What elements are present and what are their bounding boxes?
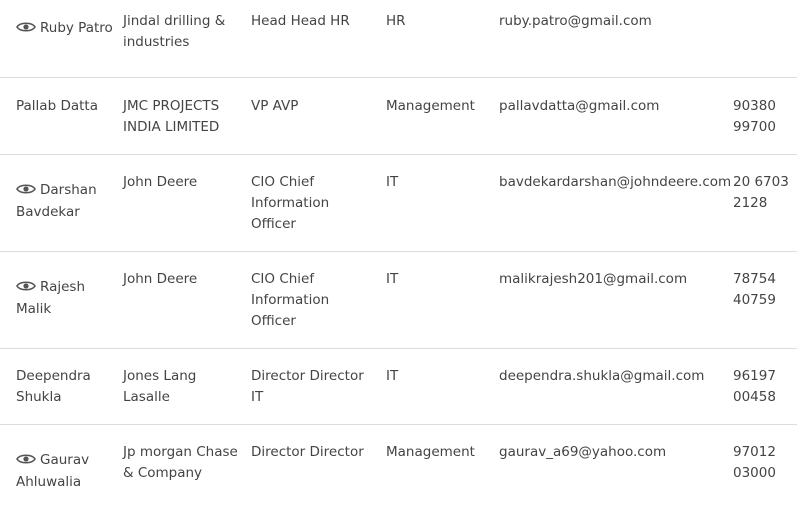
phone-cell: 20 6703 2128 [733,174,789,211]
contact-name[interactable]: Ruby Patro [40,20,113,36]
contact-name-cell: Gaurav Ahluwalia [16,449,116,493]
table-row: Gaurav Ahluwalia Jp morgan Chase & Compa… [0,425,797,513]
email-cell[interactable]: deependra.shukla@gmail.com [499,366,729,387]
email-cell[interactable]: gaurav_a69@yahoo.com [499,442,729,463]
designation-cell: CIO Chief Information Officer [251,271,330,329]
phone-cell: 90380 99700 [733,98,776,135]
contact-name-cell: Deependra Shukla [16,366,116,408]
designation-cell: VP AVP [251,98,299,114]
email-cell[interactable]: bavdekardarshan@johndeere.com [499,172,731,193]
table-row: Deependra Shukla Jones Lang Lasalle Dire… [0,349,797,425]
department-cell: IT [386,174,399,190]
department-cell: IT [386,271,399,287]
table-row: Rajesh Malik John Deere CIO Chief Inform… [0,252,797,349]
contact-name[interactable]: Deependra Shukla [16,368,91,405]
email-cell[interactable]: ruby.patro@gmail.com [499,11,729,32]
eye-icon[interactable] [16,21,36,33]
phone-cell: 96197 00458 [733,368,776,405]
table-row: Pallab Datta JMC PROJECTS INDIA LIMITED … [0,78,797,155]
department-cell: HR [386,13,406,29]
company-cell: John Deere [123,271,198,287]
contacts-table: Ruby Patro Jindal drilling & industries … [0,0,797,513]
company-cell: Jindal drilling & industries [123,13,226,50]
department-cell: Management [386,444,475,460]
email-cell[interactable]: malikrajesh201@gmail.com [499,269,729,290]
company-cell: John Deere [123,174,198,190]
company-cell: JMC PROJECTS INDIA LIMITED [123,98,220,135]
email-cell[interactable]: pallavdatta@gmail.com [499,96,729,117]
phone-cell: 78754 40759 [733,271,776,308]
department-cell: Management [386,98,475,114]
contact-name-cell: Rajesh Malik [16,276,116,320]
table-row: Ruby Patro Jindal drilling & industries … [0,0,797,78]
table-row: Darshan Bavdekar John Deere CIO Chief In… [0,155,797,252]
designation-cell: CIO Chief Information Officer [251,174,330,232]
contact-name-cell: Pallab Datta [16,96,116,117]
phone-cell: 97012 03000 [733,444,776,481]
designation-cell: Director Director [251,444,364,460]
designation-cell: Director Director IT [251,368,364,405]
eye-icon[interactable] [16,183,36,195]
company-cell: Jones Lang Lasalle [123,368,197,405]
contact-name-cell: Darshan Bavdekar [16,179,116,223]
contact-name[interactable]: Pallab Datta [16,98,98,114]
eye-icon[interactable] [16,280,36,292]
contact-name-cell: Ruby Patro [16,17,116,39]
designation-cell: Head Head HR [251,13,350,29]
department-cell: IT [386,368,399,384]
company-cell: Jp morgan Chase & Company [123,444,238,481]
eye-icon[interactable] [16,453,36,465]
